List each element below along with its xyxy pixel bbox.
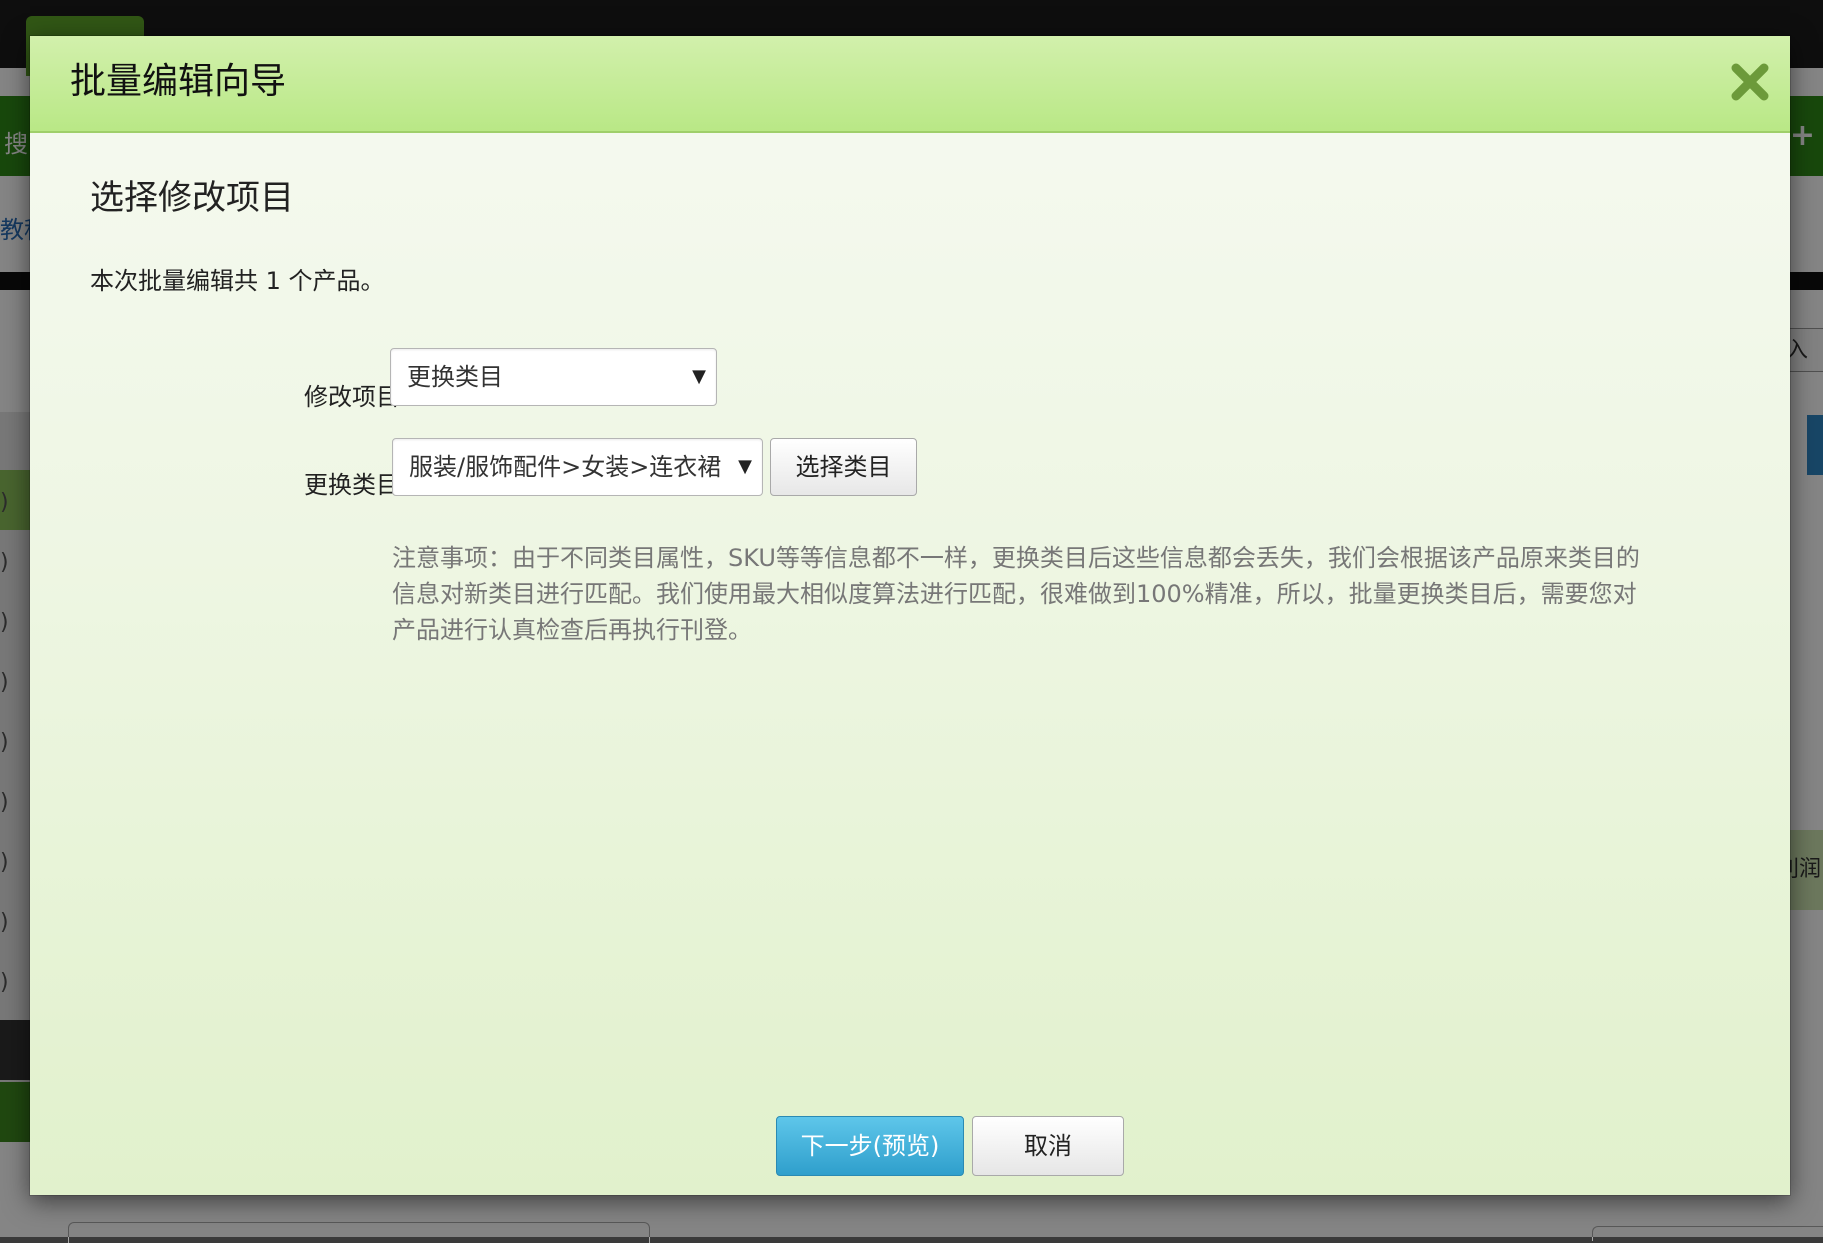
chevron-down-icon: ▼ bbox=[738, 456, 752, 477]
modify-item-value: 更换类目 bbox=[407, 363, 503, 391]
dialog-title: 批量编辑向导 bbox=[70, 61, 287, 102]
notice-text: 注意事项：由于不同类目属性，SKU等等信息都不一样，更换类目后这些信息都会丢失，… bbox=[392, 544, 1640, 644]
dialog-header: 批量编辑向导 bbox=[30, 36, 1790, 133]
category-select[interactable]: 服装/服饰配件>女装>连衣裙 ▼ bbox=[392, 438, 763, 496]
choose-category-button[interactable]: 选择类目 bbox=[770, 438, 917, 496]
next-preview-button[interactable]: 下一步(预览) bbox=[776, 1116, 964, 1176]
product-count-summary: 本次批量编辑共 1 个产品。 bbox=[90, 267, 385, 295]
modify-item-select[interactable]: 更换类目 ▼ bbox=[390, 348, 717, 406]
section-title: 选择修改项目 bbox=[90, 178, 294, 218]
change-category-label: 更换类目 bbox=[304, 471, 400, 499]
batch-edit-dialog: 批量编辑向导 选择修改项目 本次批量编辑共 1 个产品。 修改项目 更换类目 ▼… bbox=[30, 36, 1790, 1195]
cancel-button[interactable]: 取消 bbox=[972, 1116, 1124, 1176]
chevron-down-icon: ▼ bbox=[692, 366, 706, 387]
modify-item-label: 修改项目 bbox=[304, 383, 400, 411]
category-value: 服装/服饰配件>女装>连衣裙 bbox=[409, 453, 722, 481]
close-icon[interactable] bbox=[1728, 60, 1772, 104]
